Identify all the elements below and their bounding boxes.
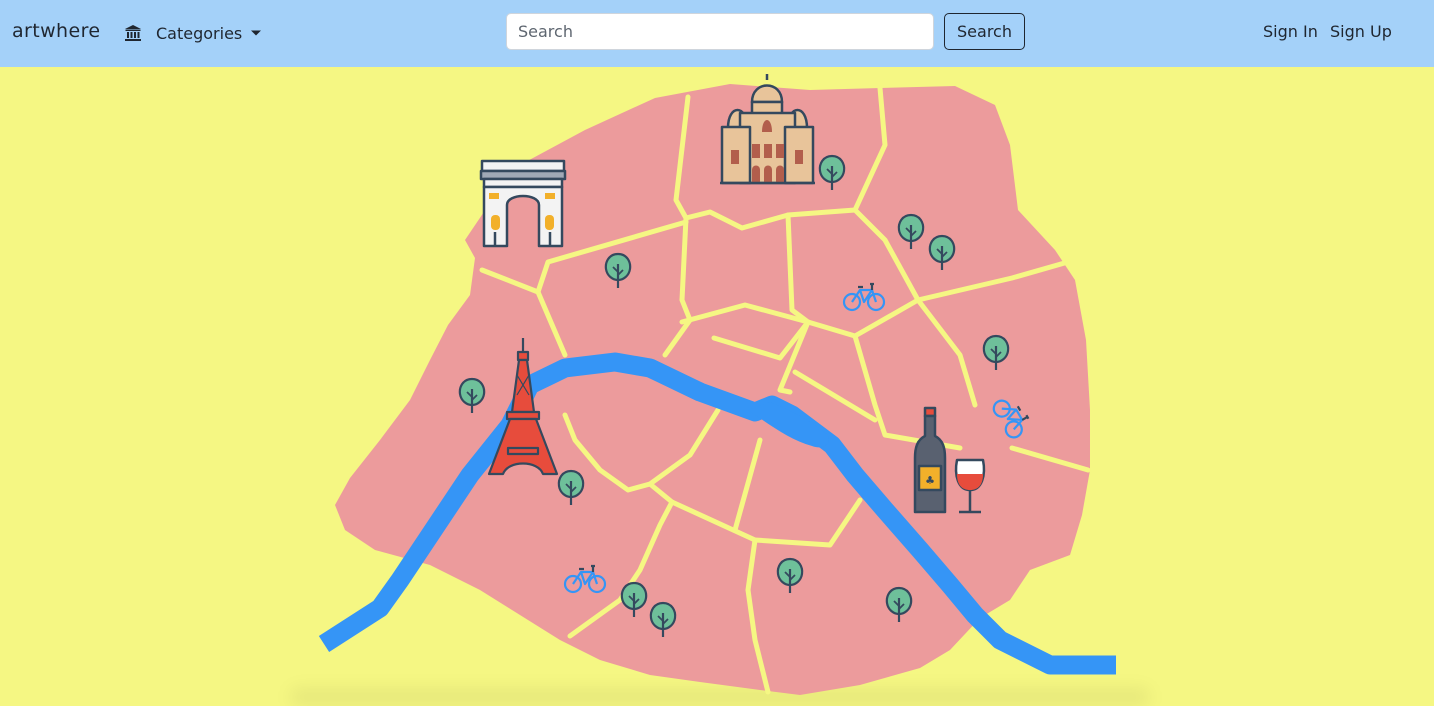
brand-logo[interactable]: artwhere bbox=[12, 20, 100, 42]
navbar: artwhere Categories Search Sign In Sign … bbox=[0, 0, 1434, 67]
sign-in-link[interactable]: Sign In bbox=[1263, 22, 1318, 41]
categories-label: Categories bbox=[156, 23, 243, 43]
svg-text:♣: ♣ bbox=[925, 474, 935, 487]
search-input[interactable] bbox=[506, 13, 934, 50]
caret-down-icon bbox=[251, 30, 262, 36]
sign-up-link[interactable]: Sign Up bbox=[1330, 22, 1392, 41]
museum-icon bbox=[125, 25, 141, 41]
categories-dropdown[interactable]: Categories bbox=[124, 21, 262, 45]
search-button[interactable]: Search bbox=[944, 13, 1025, 50]
paris-map-illustration: ♣ bbox=[318, 74, 1116, 695]
